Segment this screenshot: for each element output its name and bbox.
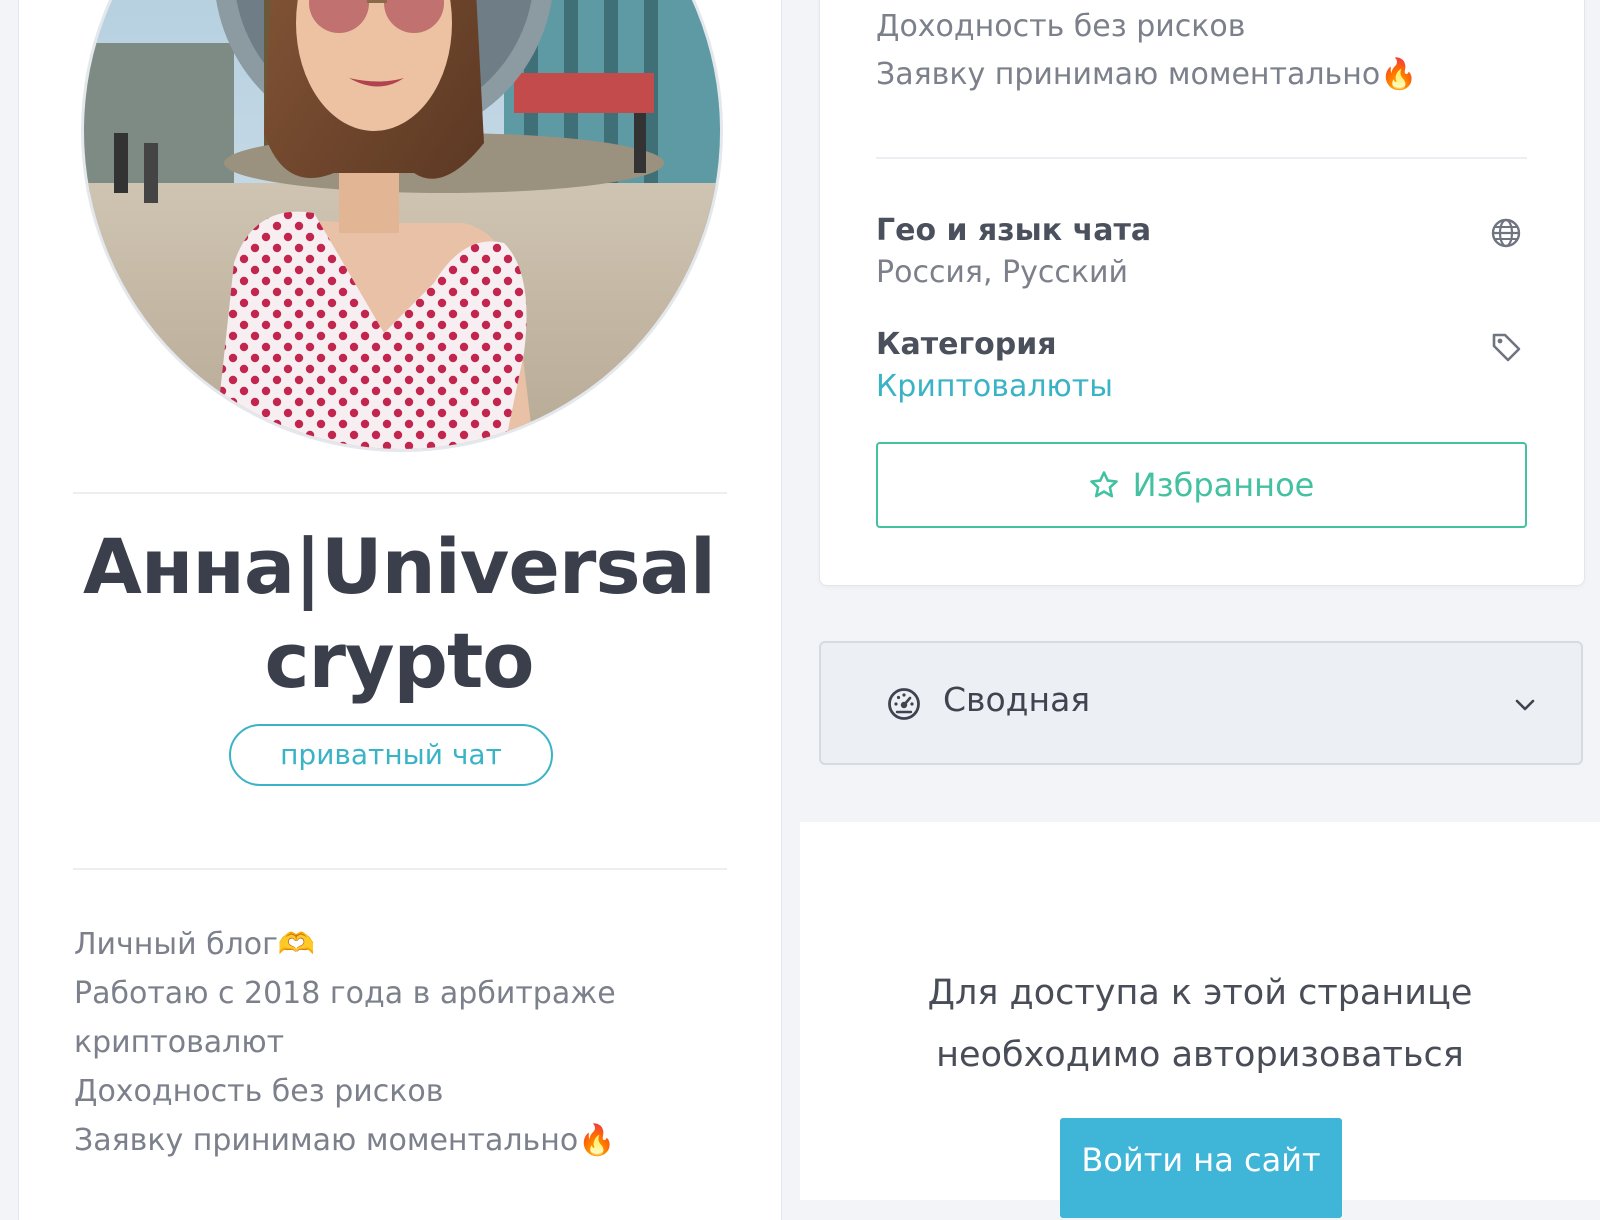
- star-icon: [1089, 471, 1118, 498]
- avatar-photo: [84, 0, 720, 449]
- globe-icon: [1491, 218, 1521, 248]
- profile-name-line1: Анна|Universal: [83, 522, 716, 611]
- favorite-label: Избранное: [1132, 466, 1315, 504]
- category-title: Категория: [876, 327, 1057, 362]
- profile-name-line2: crypto: [264, 616, 534, 705]
- chat-info-card: Доходность без рисков Заявку принимаю мо…: [819, 0, 1585, 586]
- auth-message-line2: необходимо авторизоваться: [936, 1035, 1464, 1075]
- auth-required-panel: Для доступа к этой странице необходимо а…: [800, 822, 1600, 1218]
- auth-message: Для доступа к этой странице необходимо а…: [800, 962, 1600, 1086]
- summary-label: Сводная: [943, 680, 1091, 719]
- description-line: Доходность без рисков: [876, 9, 1246, 44]
- page-background: [0, 0, 18, 1200]
- profile-name: Анна|Universal crypto: [59, 520, 739, 708]
- bio-line: криптовалют: [74, 1025, 285, 1060]
- chat-type-badge: приватный чат: [229, 724, 553, 786]
- category-link[interactable]: Криптовалюты: [876, 369, 1113, 404]
- favorite-button[interactable]: Избранное: [876, 442, 1527, 528]
- dashboard-gauge-icon: [888, 688, 920, 720]
- profile-card: Анна|Universal crypto приватный чат Личн…: [18, 0, 782, 1220]
- tag-icon: [1492, 333, 1521, 362]
- login-button[interactable]: Войти на сайт: [1060, 1118, 1342, 1218]
- divider: [73, 868, 727, 870]
- bio-line: Работаю с 2018 года в арбитраже: [74, 976, 616, 1011]
- auth-message-line1: Для доступа к этой странице: [927, 973, 1473, 1013]
- divider: [876, 157, 1527, 159]
- bio-line: Личный блог🫶: [74, 927, 316, 962]
- divider: [73, 492, 727, 494]
- profile-avatar: [81, 0, 723, 452]
- description-line: Заявку принимаю моментально🔥: [876, 57, 1418, 92]
- bio-line: Заявку принимаю моментально🔥: [74, 1123, 616, 1158]
- chevron-down-icon[interactable]: [1513, 693, 1537, 717]
- profile-bio: Личный блог🫶 Работаю с 2018 года в арбит…: [74, 920, 754, 1165]
- summary-accordion[interactable]: Сводная: [819, 641, 1583, 765]
- geo-value: Россия, Русский: [876, 255, 1128, 290]
- bio-line: Доходность без рисков: [74, 1074, 444, 1109]
- geo-title: Гео и язык чата: [876, 213, 1152, 248]
